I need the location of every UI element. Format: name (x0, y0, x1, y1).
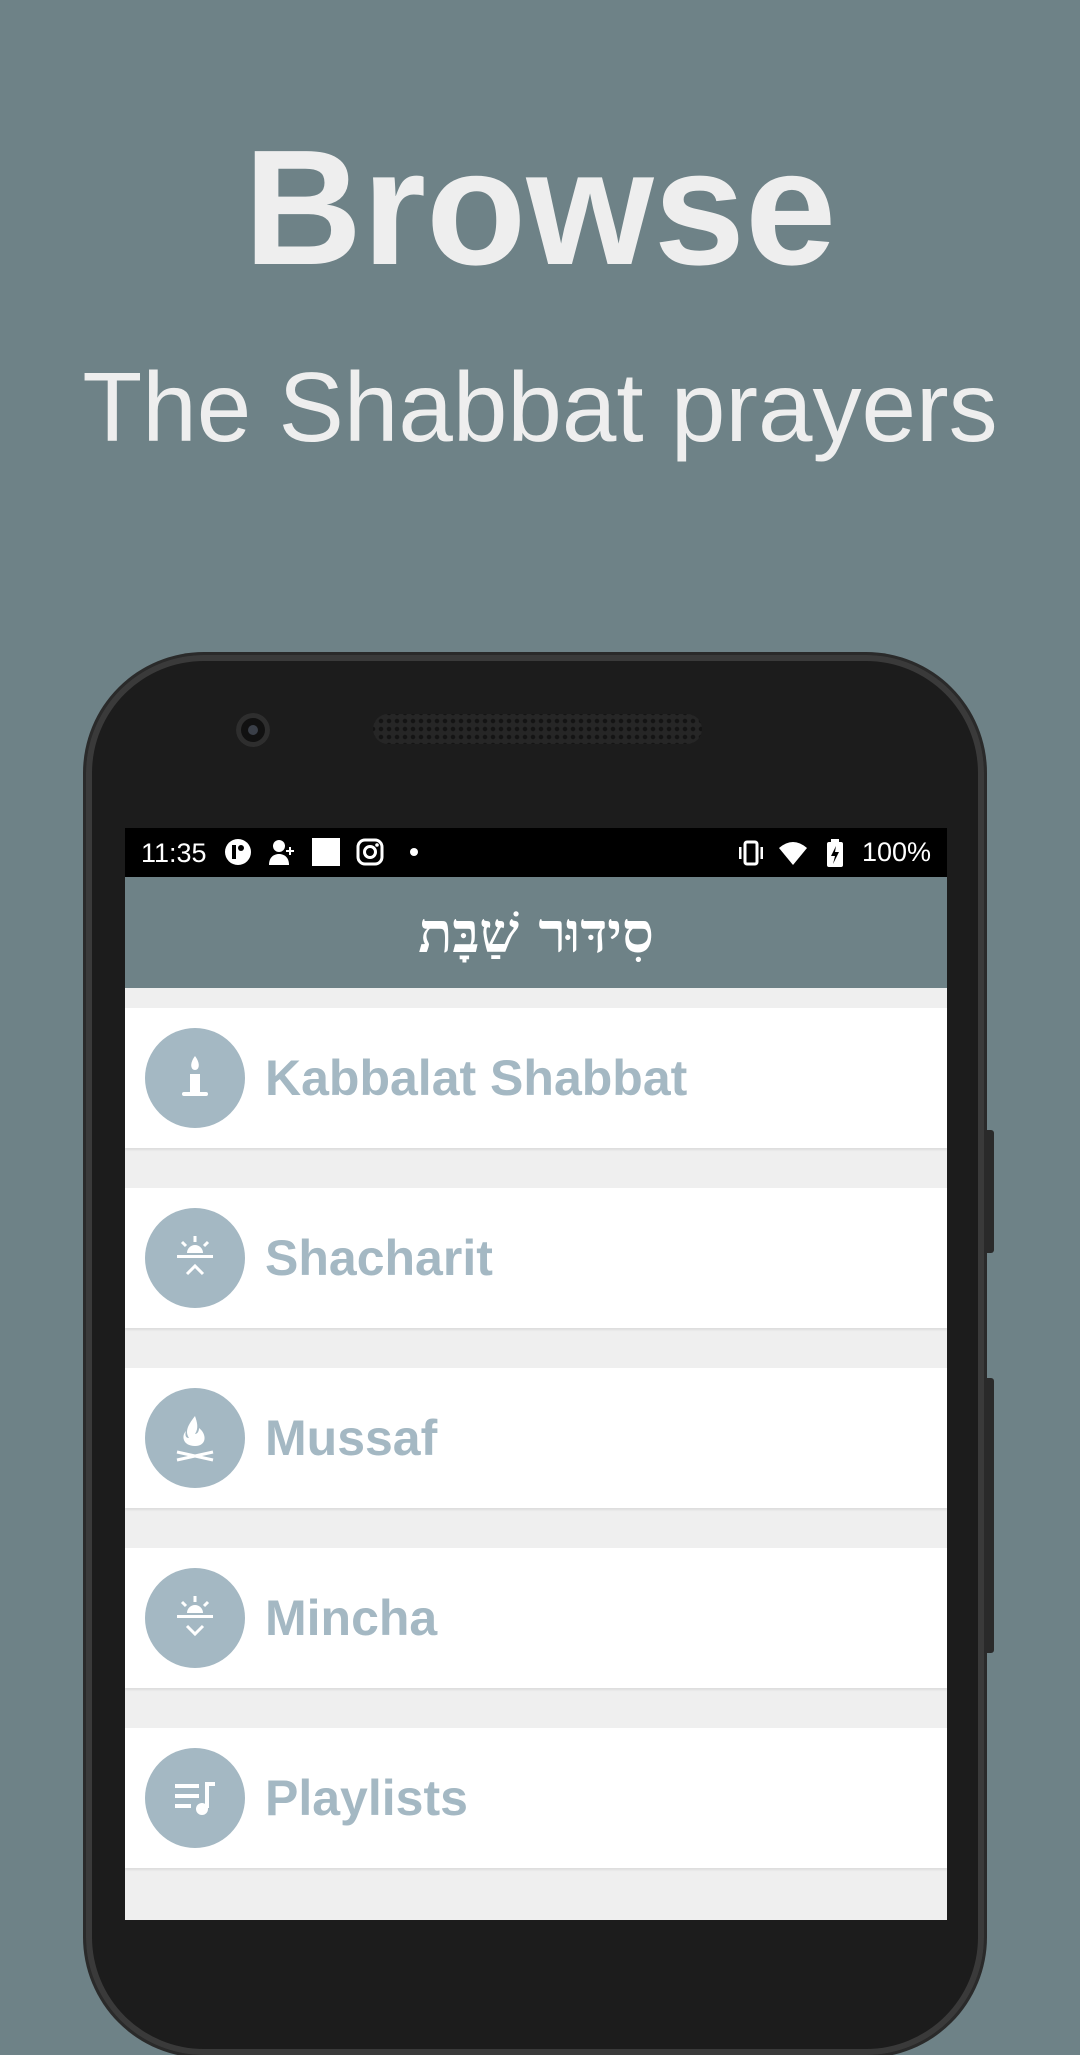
notification-icons (223, 837, 429, 867)
list-item-label: Mussaf (265, 1410, 438, 1466)
volume-button (984, 1130, 994, 1253)
sunrise-icon (145, 1208, 245, 1308)
phone-screen: 11:35 100% סִידּוּר שַׁבָּת Kabbalat Sha… (125, 828, 947, 1920)
app-title: סִידּוּר שַׁבָּת (418, 899, 654, 966)
system-icons: 100% (736, 837, 931, 868)
wifi-icon (778, 838, 808, 868)
list-item-mincha[interactable]: Mincha (125, 1548, 947, 1688)
instagram-icon (355, 837, 385, 867)
list-item-label: Playlists (265, 1770, 468, 1826)
status-bar: 11:35 100% (125, 828, 947, 877)
prayer-list: Kabbalat Shabbat Shacharit Mussaf Mincha (125, 988, 947, 1868)
promo-title: Browse (243, 116, 837, 299)
candle-icon (145, 1028, 245, 1128)
list-item-kabbalat-shabbat[interactable]: Kabbalat Shabbat (125, 1008, 947, 1148)
sunset-icon (145, 1568, 245, 1668)
list-item-mussaf[interactable]: Mussaf (125, 1368, 947, 1508)
list-item-label: Shacharit (265, 1230, 493, 1286)
power-button (984, 1378, 994, 1653)
add-contact-icon (267, 837, 297, 867)
list-item-label: Mincha (265, 1590, 438, 1646)
front-camera (236, 713, 270, 747)
status-time: 11:35 (141, 838, 207, 868)
earpiece-speaker (373, 714, 702, 744)
dot-icon (399, 837, 429, 867)
square-icon (311, 837, 341, 867)
app-bar: סִידּוּר שַׁבָּת (125, 877, 947, 988)
battery-percent: 100% (861, 837, 931, 867)
list-item-shacharit[interactable]: Shacharit (125, 1188, 947, 1328)
promo-subtitle: The Shabbat prayers (82, 352, 998, 462)
battery-charging-icon (820, 838, 850, 868)
vibrate-icon (736, 838, 766, 868)
fire-icon (145, 1388, 245, 1488)
app-icon (223, 837, 253, 867)
list-item-label: Kabbalat Shabbat (265, 1050, 688, 1106)
playlist-icon (145, 1748, 245, 1848)
list-item-playlists[interactable]: Playlists (125, 1728, 947, 1868)
